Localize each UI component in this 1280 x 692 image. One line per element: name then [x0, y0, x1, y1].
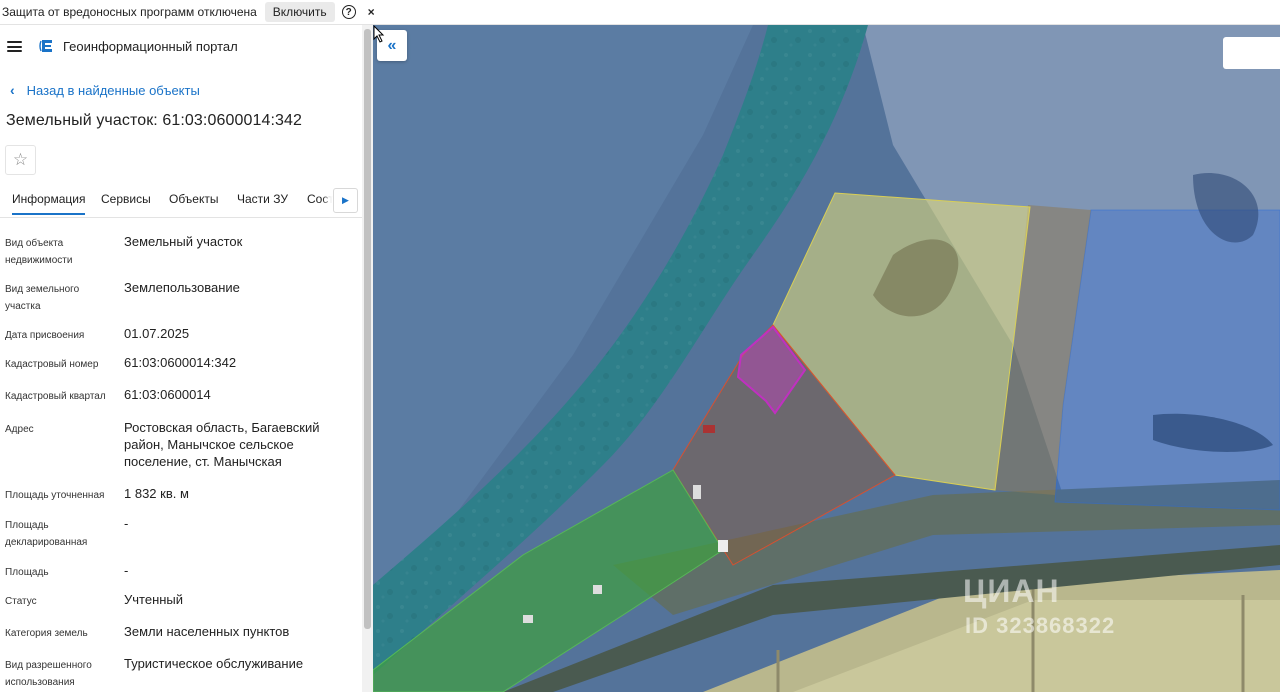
- map-view[interactable]: « ЦИАН ID 323868322: [373, 25, 1280, 692]
- favorite-button[interactable]: ☆: [5, 145, 36, 175]
- back-link-label: Назад в найденные объекты: [26, 82, 200, 98]
- help-icon[interactable]: ?: [341, 5, 356, 19]
- property-key: Вид земельного участка: [5, 284, 80, 312]
- chevron-left-icon: ‹: [10, 82, 15, 98]
- map-control-box[interactable]: [1223, 37, 1280, 69]
- property-value: -: [124, 563, 129, 578]
- property-key: Площадь уточненная: [5, 490, 105, 501]
- back-to-results-link[interactable]: ‹ Назад в найденные объекты: [10, 82, 200, 98]
- tab-objects[interactable]: Объекты: [169, 192, 219, 206]
- property-key: Кадастровый номер: [5, 359, 99, 370]
- property-key: Категория земель: [5, 628, 88, 639]
- app-bar: Геоинформационный портал: [0, 25, 362, 69]
- close-icon[interactable]: ×: [368, 5, 375, 19]
- property-value: 1 832 кв. м: [124, 486, 189, 501]
- property-value: Учтенный: [124, 592, 184, 607]
- property-value: Землепользование: [124, 280, 240, 295]
- property-value: -: [124, 516, 129, 531]
- property-value: Туристическое обслуживание: [124, 656, 304, 671]
- property-key: Адрес: [5, 424, 34, 435]
- property-key: Дата присвоения: [5, 330, 85, 341]
- property-value: 61:03:0600014: [124, 387, 211, 402]
- menu-icon[interactable]: [7, 41, 22, 52]
- tabs-scroll-right-button[interactable]: ▶: [333, 188, 358, 213]
- property-value: Земельный участок: [124, 234, 243, 249]
- enable-protection-button[interactable]: Включить: [264, 2, 335, 22]
- property-value: Земли населенных пунктов: [124, 624, 290, 639]
- tab-parts[interactable]: Части ЗУ: [237, 192, 288, 206]
- portal-logo-icon: [39, 40, 52, 52]
- property-key: Площадь: [5, 567, 49, 578]
- notification-text: Защита от вредоносных программ отключена: [2, 5, 257, 19]
- scrollbar-thumb[interactable]: [364, 29, 371, 629]
- notification-bar: Защита от вредоносных программ отключена…: [0, 0, 1280, 25]
- property-key: Статус: [5, 596, 37, 607]
- caret-right-icon: ▶: [342, 195, 349, 205]
- tab-info[interactable]: Информация: [12, 192, 86, 215]
- satellite-map: [373, 25, 1280, 692]
- tab-services[interactable]: Сервисы: [101, 192, 151, 206]
- page-title: Земельный участок: 61:03:0600014:342: [6, 112, 303, 129]
- panel-scrollbar[interactable]: [362, 25, 373, 692]
- mouse-cursor-icon: [373, 25, 385, 43]
- property-value: 61:03:0600014:342: [124, 355, 237, 370]
- app-title: Геоинформационный портал: [63, 39, 238, 54]
- property-key: Вид разрешенного использования: [5, 660, 92, 688]
- double-chevron-left-icon: «: [387, 36, 397, 54]
- watermark-logo: ЦИАН: [963, 573, 1060, 609]
- tab-bar: Информация Сервисы Объекты Части ЗУ Сост…: [0, 185, 362, 218]
- watermark-id: ID 323868322: [965, 613, 1116, 638]
- property-key: Площадь декларированная: [5, 520, 88, 548]
- property-key: Кадастровый квартал: [5, 391, 106, 402]
- property-key: Вид объекта недвижимости: [5, 238, 73, 266]
- property-value: 01.07.2025: [124, 326, 190, 341]
- star-icon: ☆: [12, 150, 29, 169]
- info-panel: Геоинформационный портал ‹ Назад в найде…: [0, 25, 373, 692]
- property-value: Ростовская область, Багаевский район, Ма…: [124, 420, 320, 469]
